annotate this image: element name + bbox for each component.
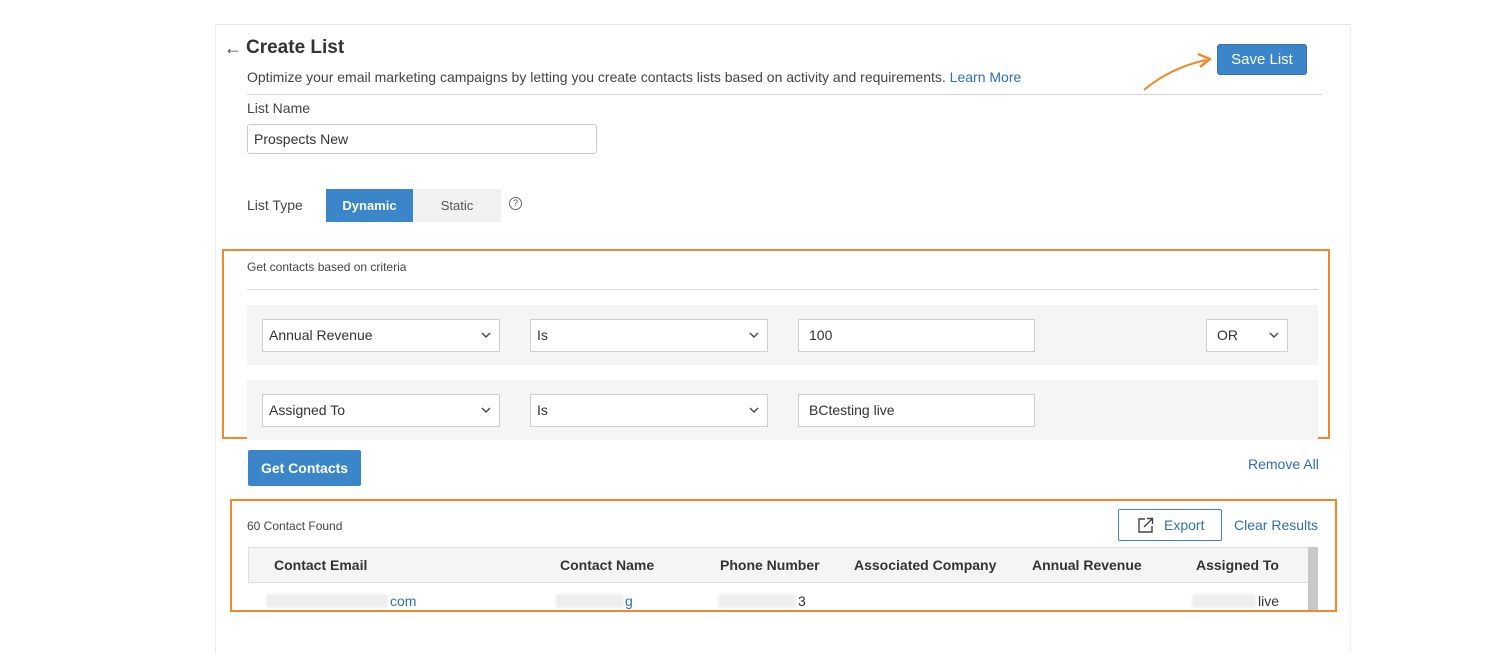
contact-name-cell[interactable]: g bbox=[625, 593, 633, 609]
redacted-phone bbox=[718, 594, 796, 608]
column-header-contact-name[interactable]: Contact Name bbox=[560, 557, 654, 573]
criteria-operator-select[interactable]: Is bbox=[530, 394, 768, 427]
criteria-operator-value: Is bbox=[537, 327, 548, 343]
column-header-associated-company[interactable]: Associated Company bbox=[854, 557, 996, 573]
chevron-down-icon bbox=[1269, 332, 1279, 338]
criteria-row: Annual Revenue Is 100 OR bbox=[247, 305, 1318, 365]
clear-results-link[interactable]: Clear Results bbox=[1234, 517, 1318, 533]
export-label: Export bbox=[1164, 517, 1205, 533]
column-header-phone-number[interactable]: Phone Number bbox=[720, 557, 820, 573]
criteria-field-select[interactable]: Annual Revenue bbox=[262, 319, 500, 352]
back-arrow-icon[interactable]: ← bbox=[224, 38, 242, 58]
export-button[interactable]: Export bbox=[1118, 509, 1222, 541]
chevron-down-icon bbox=[481, 332, 491, 338]
criteria-field-value: Assigned To bbox=[269, 402, 346, 418]
annotation-arrow-icon bbox=[1143, 52, 1212, 91]
chevron-down-icon bbox=[749, 332, 759, 338]
page-title: Create List bbox=[246, 37, 345, 58]
save-list-button[interactable]: Save List bbox=[1217, 44, 1307, 75]
column-header-assigned-to[interactable]: Assigned To bbox=[1196, 557, 1279, 573]
remove-all-link[interactable]: Remove All bbox=[1248, 456, 1319, 472]
criteria-join-value: OR bbox=[1217, 327, 1238, 343]
criteria-operator-select[interactable]: Is bbox=[530, 319, 768, 352]
criteria-row: Assigned To Is BCtesting live bbox=[247, 380, 1318, 440]
list-type-dynamic-button[interactable]: Dynamic bbox=[326, 189, 413, 222]
redacted-email bbox=[266, 594, 388, 608]
chevron-down-icon bbox=[481, 407, 491, 413]
help-icon[interactable]: ? bbox=[509, 197, 522, 210]
table-scrollbar[interactable] bbox=[1308, 547, 1318, 610]
list-type-label: List Type bbox=[247, 197, 303, 213]
learn-more-link[interactable]: Learn More bbox=[950, 69, 1022, 85]
page-subtitle: Optimize your email marketing campaigns … bbox=[247, 69, 1021, 85]
criteria-field-value: Annual Revenue bbox=[269, 327, 373, 343]
contact-email-cell[interactable]: com bbox=[390, 593, 416, 609]
criteria-divider bbox=[247, 289, 1318, 290]
assigned-to-cell: live bbox=[1258, 593, 1280, 609]
chevron-down-icon bbox=[749, 407, 759, 413]
header-divider bbox=[247, 94, 1322, 95]
column-header-contact-email[interactable]: Contact Email bbox=[274, 557, 367, 573]
results-table-header: Contact Email Contact Name Phone Number … bbox=[248, 547, 1308, 583]
criteria-title: Get contacts based on criteria bbox=[247, 260, 407, 274]
criteria-value-input[interactable]: 100 bbox=[798, 319, 1035, 352]
column-header-annual-revenue[interactable]: Annual Revenue bbox=[1032, 557, 1142, 573]
list-type-static-button[interactable]: Static bbox=[413, 189, 501, 222]
criteria-operator-value: Is bbox=[537, 402, 548, 418]
get-contacts-button[interactable]: Get Contacts bbox=[248, 450, 361, 486]
phone-number-cell: 3 bbox=[798, 593, 806, 609]
criteria-value-input[interactable]: BCtesting live bbox=[798, 394, 1035, 427]
list-name-label: List Name bbox=[247, 100, 311, 116]
redacted-assignee bbox=[1192, 594, 1256, 608]
criteria-field-select[interactable]: Assigned To bbox=[262, 394, 500, 427]
export-icon bbox=[1138, 517, 1154, 533]
list-name-input[interactable]: Prospects New bbox=[247, 124, 597, 154]
contacts-found-count: 60 Contact Found bbox=[247, 519, 343, 533]
redacted-name bbox=[556, 594, 624, 608]
subtitle-text: Optimize your email marketing campaigns … bbox=[247, 69, 946, 85]
criteria-join-select[interactable]: OR bbox=[1206, 319, 1288, 352]
